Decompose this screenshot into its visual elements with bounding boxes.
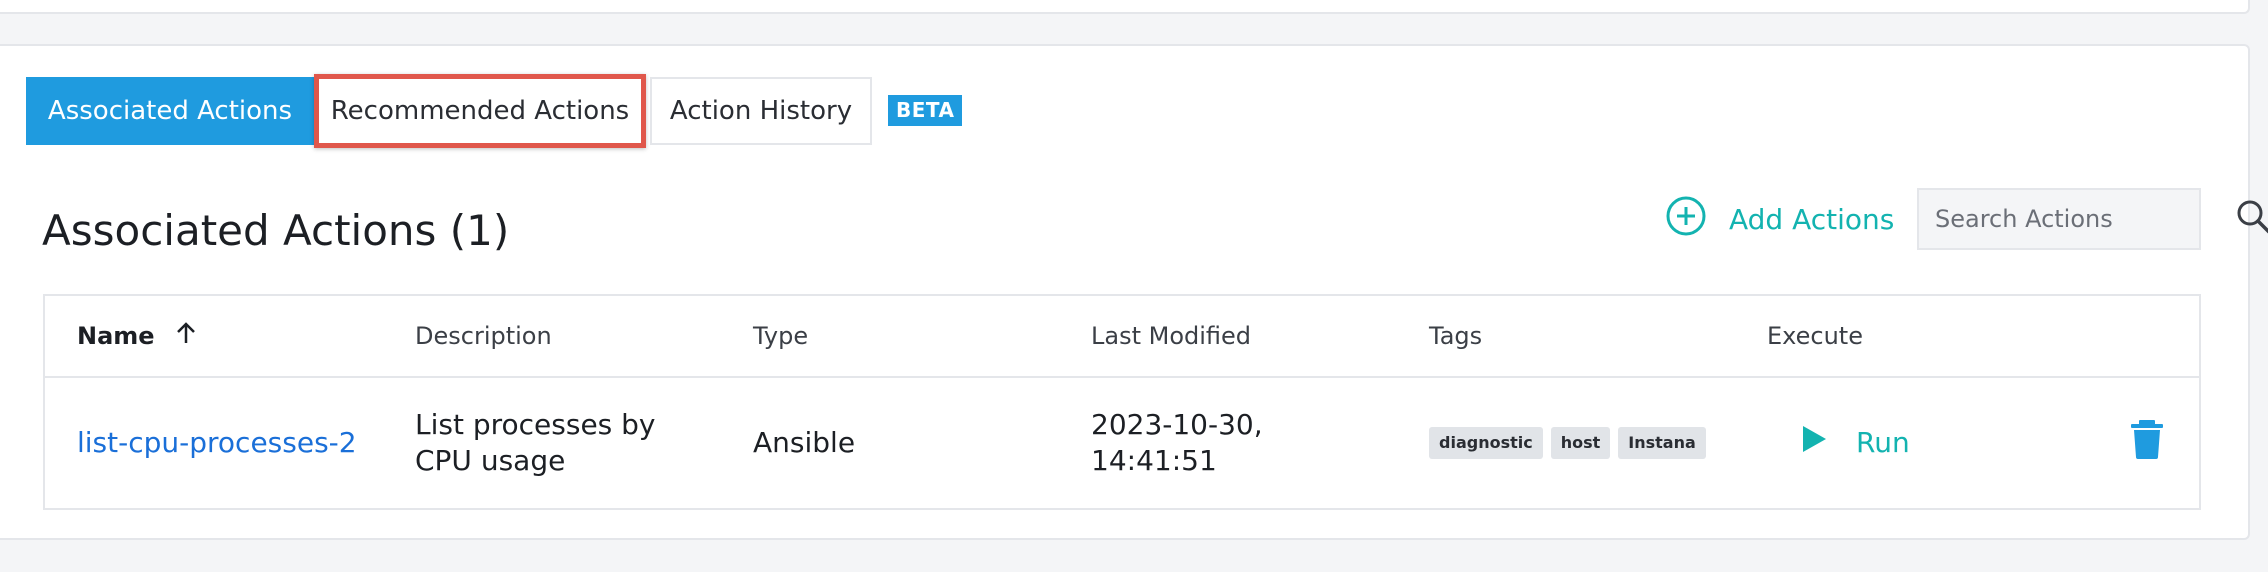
tab-bar: Associated Actions Recommended Actions A… [26, 74, 963, 148]
column-header-description: Description [415, 322, 552, 350]
arrow-up-icon [173, 320, 199, 352]
delete-action-button[interactable] [2130, 378, 2164, 508]
column-header-tags: Tags [1429, 322, 1483, 350]
run-button[interactable]: Run [1800, 423, 1910, 464]
tab-action-history[interactable]: Action History [650, 77, 872, 145]
actions-table: Name Description Type Last Modified Tags… [43, 294, 2201, 510]
search-icon[interactable] [2235, 198, 2268, 240]
description-line: List processes by [415, 408, 656, 441]
section-title: Associated Actions (1) [42, 206, 510, 255]
tag-list: diagnostic host Instana [1429, 427, 1706, 459]
column-header-name-label: Name [77, 322, 155, 350]
last-modified-time: 14:41:51 [1091, 444, 1217, 477]
tag: diagnostic [1429, 427, 1543, 459]
action-type: Ansible [753, 426, 856, 459]
trash-icon [2130, 419, 2164, 468]
search-box [1917, 188, 2268, 250]
column-header-type: Type [753, 322, 809, 350]
last-modified-date: 2023-10-30, [1091, 408, 1263, 441]
play-icon [1800, 423, 1828, 464]
table-header: Name Description Type Last Modified Tags… [45, 296, 2199, 378]
add-actions-label: Add Actions [1729, 202, 1895, 236]
add-actions-button[interactable]: Add Actions [1665, 196, 1894, 242]
action-last-modified: 2023-10-30, 14:41:51 [1091, 378, 1263, 508]
table-row: list-cpu-processes-2 List processes by C… [45, 378, 2199, 510]
action-execute: Run [1800, 378, 1910, 508]
description-line: CPU usage [415, 444, 566, 477]
tag: host [1550, 427, 1611, 459]
top-card [0, 0, 2250, 14]
column-header-name[interactable]: Name [77, 296, 199, 376]
run-label: Run [1856, 426, 1910, 459]
actions-panel: Associated Actions Recommended Actions A… [0, 44, 2268, 540]
beta-badge: BETA [888, 95, 963, 126]
tab-associated-actions[interactable]: Associated Actions [26, 77, 314, 145]
column-header-execute: Execute [1767, 322, 1863, 350]
action-description: List processes by CPU usage [415, 378, 656, 508]
tab-recommended-actions[interactable]: Recommended Actions [314, 74, 646, 148]
search-input[interactable] [1935, 205, 2235, 233]
action-tags: diagnostic host Instana [1429, 378, 1706, 508]
plus-circle-icon [1665, 195, 1707, 244]
action-name-link[interactable]: list-cpu-processes-2 [77, 378, 357, 508]
tag: Instana [1618, 427, 1706, 459]
column-header-last-modified: Last Modified [1091, 322, 1252, 350]
